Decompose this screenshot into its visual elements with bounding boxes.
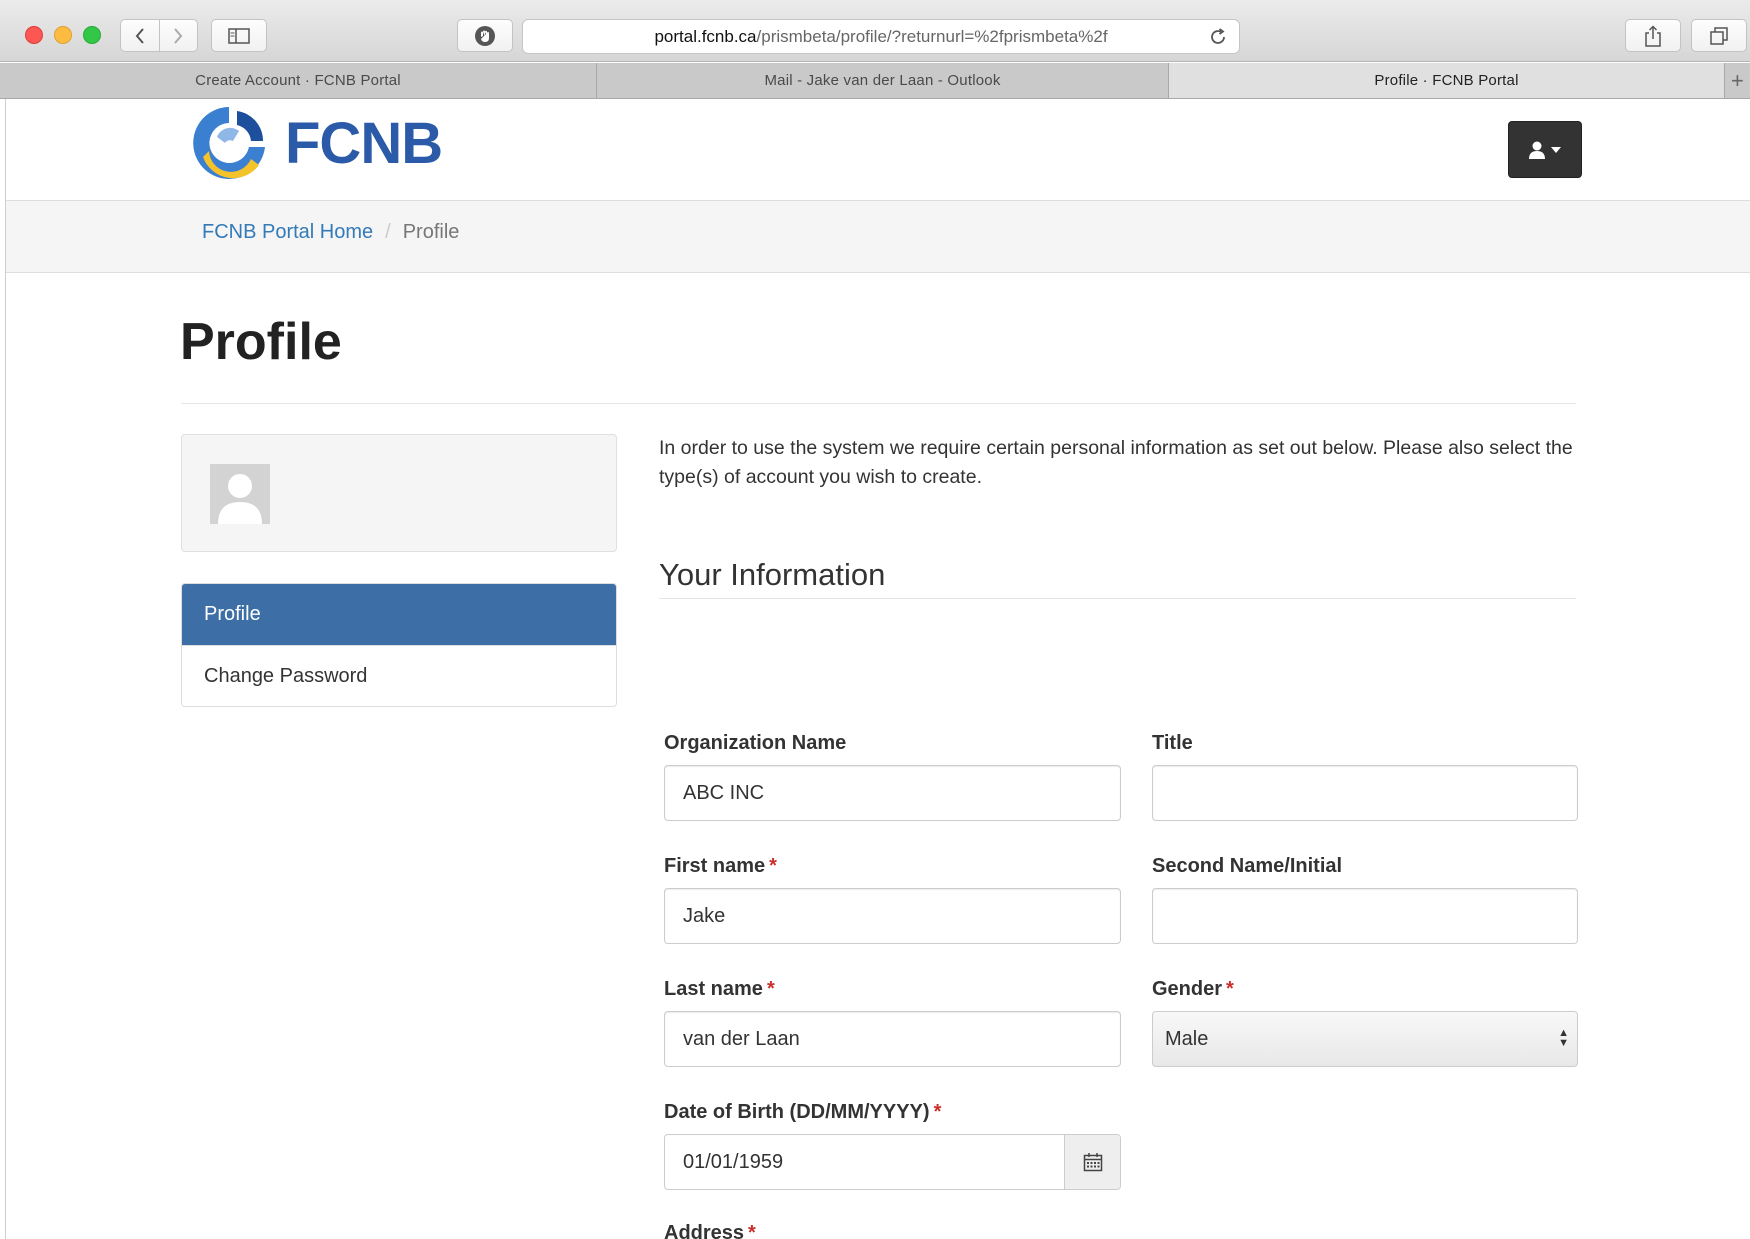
organization-name-label: Organization Name xyxy=(664,732,846,755)
address-label-text: Address xyxy=(664,1222,745,1239)
back-button[interactable] xyxy=(121,20,159,51)
share-icon xyxy=(1645,24,1661,47)
intro-text: In order to use the system we require ce… xyxy=(659,437,1573,488)
tabs-overview-button[interactable] xyxy=(1691,19,1747,52)
browser-tabs: Create Account · FCNB Portal Mail - Jake… xyxy=(0,63,1750,99)
user-icon xyxy=(1529,141,1545,159)
address-label: Address * xyxy=(664,1222,756,1239)
gender-select-value: Male xyxy=(1165,1027,1209,1050)
tab-outlook-mail[interactable]: Mail - Jake van der Laan - Outlook xyxy=(597,63,1169,98)
close-window-button[interactable] xyxy=(25,26,43,44)
gender-label-text: Gender xyxy=(1152,978,1223,1000)
second-name-label: Second Name/Initial xyxy=(1152,855,1342,878)
browser-toolbar: portal.fcnb.ca/prismbeta/profile/?return… xyxy=(0,0,1750,62)
sidebar-icon xyxy=(228,27,250,44)
last-name-label: Last name * xyxy=(664,978,775,1001)
sidebar-toggle-button[interactable] xyxy=(211,19,267,52)
gender-label: Gender * xyxy=(1152,978,1234,1001)
calendar-button[interactable] xyxy=(1064,1135,1120,1189)
gender-select[interactable]: Male ▲ ▼ xyxy=(1152,1011,1578,1067)
logo-text: FCNB xyxy=(285,110,443,176)
required-marker: * xyxy=(1226,978,1234,1000)
reload-icon[interactable] xyxy=(1209,28,1227,46)
url-path: /prismbeta/profile/?returnurl=%2fprismbe… xyxy=(756,26,1108,46)
page-title: Profile xyxy=(180,313,342,371)
user-menu-button[interactable] xyxy=(1508,121,1582,178)
sidebar-item-profile[interactable]: Profile xyxy=(182,584,616,645)
zoom-window-button[interactable] xyxy=(83,26,101,44)
fcnb-logo-mark xyxy=(193,107,265,179)
tabs-overview-icon xyxy=(1710,26,1728,45)
avatar-placeholder-icon xyxy=(210,464,270,524)
minimize-window-button[interactable] xyxy=(54,26,72,44)
history-nav xyxy=(120,19,198,52)
dob-label-text: Date of Birth (DD/MM/YYYY) xyxy=(664,1101,930,1123)
first-name-label-text: First name xyxy=(664,855,766,877)
last-name-label-text: Last name xyxy=(664,978,763,1000)
avatar-panel xyxy=(181,434,617,552)
url-host: portal.fcnb.ca xyxy=(654,26,757,46)
tab-profile[interactable]: Profile · FCNB Portal xyxy=(1169,63,1725,98)
title-input[interactable] xyxy=(1152,765,1578,821)
new-tab-button[interactable]: + xyxy=(1725,63,1750,98)
tab-create-account[interactable]: Create Account · FCNB Portal xyxy=(0,63,597,98)
last-name-input[interactable]: van der Laan xyxy=(664,1011,1121,1067)
site-header: FCNB xyxy=(6,99,1750,201)
fcnb-logo[interactable]: FCNB xyxy=(187,101,443,185)
forward-icon xyxy=(174,27,183,44)
required-marker: * xyxy=(748,1222,756,1239)
address-bar[interactable]: portal.fcnb.ca/prismbeta/profile/?return… xyxy=(522,19,1240,54)
first-name-label: First name * xyxy=(664,855,777,878)
title-label-text: Title xyxy=(1152,732,1193,754)
select-arrows-icon: ▲ ▼ xyxy=(1558,1027,1569,1049)
first-name-input[interactable]: Jake xyxy=(664,888,1121,944)
share-button[interactable] xyxy=(1625,19,1681,52)
required-marker: * xyxy=(933,1101,942,1123)
title-label: Title xyxy=(1152,732,1193,755)
breadcrumb-separator: / xyxy=(385,221,391,243)
second-name-label-text: Second Name/Initial xyxy=(1152,855,1343,877)
breadcrumb-current: Profile xyxy=(402,221,460,243)
section-divider xyxy=(659,598,1576,599)
title-divider xyxy=(181,403,1576,404)
avatar[interactable] xyxy=(210,464,270,524)
required-marker: * xyxy=(766,978,775,1000)
profile-side-nav: Profile Change Password xyxy=(181,583,617,707)
caret-down-icon xyxy=(1551,146,1561,153)
dob-input[interactable]: 01/01/1959 xyxy=(665,1135,1064,1189)
shield-icon xyxy=(475,25,495,46)
organization-name-input[interactable]: ABC INC xyxy=(664,765,1121,821)
required-marker: * xyxy=(769,855,777,877)
privacy-shield-button[interactable] xyxy=(457,19,513,52)
dob-input-group: 01/01/1959 xyxy=(664,1134,1121,1190)
back-icon xyxy=(135,27,144,44)
breadcrumb: FCNB Portal Home / Profile xyxy=(181,206,1576,259)
calendar-icon xyxy=(1083,1153,1102,1172)
section-title: Your Information xyxy=(659,557,886,592)
organization-name-label-text: Organization Name xyxy=(664,732,847,754)
second-name-input[interactable] xyxy=(1152,888,1578,944)
forward-button[interactable] xyxy=(158,20,198,51)
sidebar-item-change-password[interactable]: Change Password xyxy=(182,645,616,706)
breadcrumb-home-link[interactable]: FCNB Portal Home xyxy=(202,221,373,244)
dob-label: Date of Birth (DD/MM/YYYY) * xyxy=(664,1101,941,1124)
